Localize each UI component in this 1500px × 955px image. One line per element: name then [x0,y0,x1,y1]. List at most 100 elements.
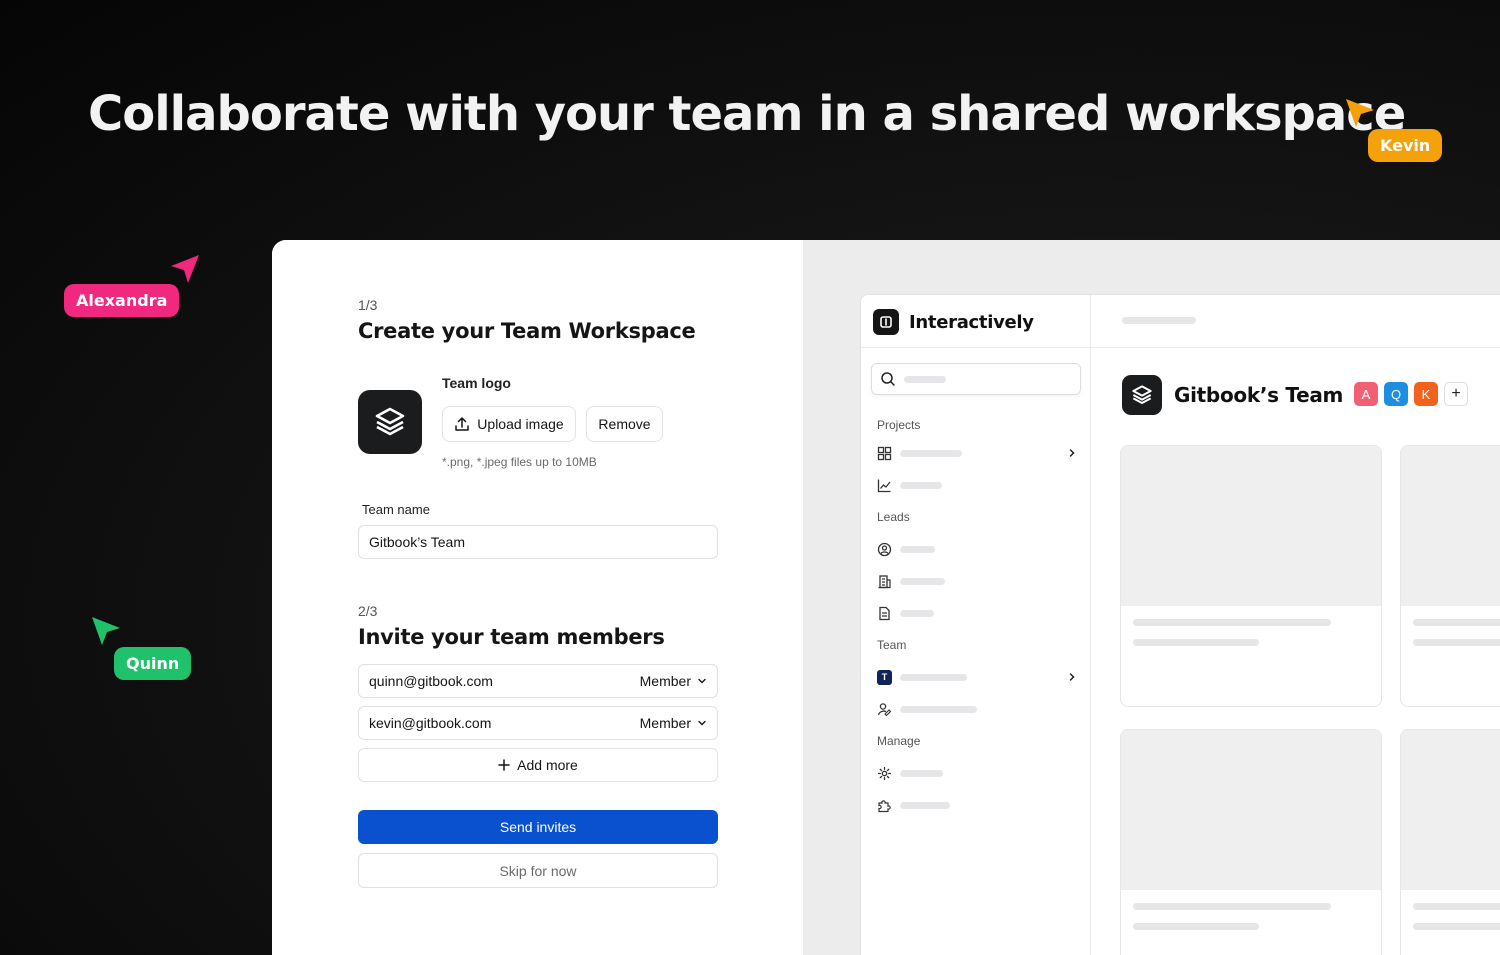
add-more-label: Add more [517,757,578,773]
sidebar-item[interactable]: T [877,667,1077,687]
project-card[interactable] [1120,445,1382,707]
placeholder-skeleton [1133,903,1331,910]
app-preview-panel: Interactively Projects Leads Team T Mana… [803,240,1500,955]
section-projects: Projects [877,418,921,432]
invite-email-field[interactable]: kevin@gitbook.com Member [358,706,718,740]
cursor-arrow-icon [92,617,120,645]
placeholder-skeleton [900,609,934,617]
step-counter: 2/3 [358,603,378,619]
document-icon [879,606,890,620]
placeholder-skeleton [900,769,943,777]
team-name-label: Team name [362,502,430,517]
card-image-placeholder [1121,446,1381,606]
building-icon [878,574,891,588]
team-logo [1122,375,1162,415]
upload-image-label: Upload image [477,416,564,432]
team-name-input[interactable]: Gitbook’s Team [358,525,718,559]
cursor-arrow-icon [171,255,199,283]
headline: Collaborate with your team in a shared w… [88,86,1406,142]
add-member-button[interactable]: + [1444,382,1468,406]
sidebar-item[interactable] [877,603,1077,623]
project-card[interactable] [1400,445,1500,707]
sidebar: Interactively Projects Leads Team T Mana… [861,295,1091,955]
placeholder-skeleton [1133,619,1331,626]
brand-logo-icon [873,309,899,335]
avatar[interactable]: A [1354,382,1378,406]
plus-icon [498,759,510,771]
upload-icon [455,417,470,431]
team-title: Gitbook’s Team [1174,383,1344,407]
member-avatars: A Q K + [1354,382,1468,406]
app-window: Interactively Projects Leads Team T Mana… [860,294,1500,955]
sidebar-item[interactable] [877,763,1077,783]
sidebar-item[interactable] [877,571,1077,591]
collaborator-tag-alexandra: Alexandra [64,284,180,317]
search-icon [881,372,895,386]
placeholder-skeleton [1413,923,1500,930]
sidebar-item[interactable] [877,795,1077,815]
team-badge: T [877,669,892,685]
chart-icon [877,479,891,492]
file-hint: *.png, *.jpeg files up to 10MB [442,455,597,469]
section-team: Team [877,638,907,652]
skip-button[interactable]: Skip for now [358,853,718,888]
section-title: Invite your team members [358,625,665,649]
chevron-right-icon [1069,673,1075,681]
avatar[interactable]: Q [1384,382,1408,406]
layers-logo-icon [375,407,405,436]
invite-email: quinn@gitbook.com [369,673,493,689]
avatar[interactable]: K [1414,382,1438,406]
workspace-main: Gitbook’s Team A Q K + [1092,295,1500,955]
invite-email-field[interactable]: quinn@gitbook.com Member [358,664,718,698]
layers-logo-icon [1132,385,1152,404]
brand-name: Interactively [909,311,1034,333]
role-value: Member [639,715,691,731]
section-manage: Manage [877,734,921,748]
team-header: Gitbook’s Team [1122,375,1343,415]
step-counter: 1/3 [358,297,378,313]
user-circle-icon [877,542,892,556]
brand: Interactively [873,309,1034,335]
role-select[interactable]: Member [640,673,707,689]
team-logo-preview [358,390,422,454]
grid-icon [877,446,892,460]
section-title: Create your Team Workspace [358,319,696,343]
section-leads: Leads [877,510,910,524]
breadcrumb-skeleton [1122,317,1196,324]
placeholder-skeleton [900,577,945,585]
card-image-placeholder [1401,446,1500,606]
placeholder-skeleton [1413,619,1500,626]
sidebar-item[interactable] [877,539,1077,559]
role-value: Member [639,673,691,689]
user-edit-icon [877,702,892,716]
project-card[interactable] [1400,729,1500,955]
placeholder-skeleton [900,673,967,681]
sidebar-item[interactable] [877,443,1077,463]
project-card[interactable] [1120,729,1382,955]
add-more-button[interactable]: Add more [358,748,718,782]
puzzle-icon [878,799,891,812]
search-input[interactable] [871,363,1081,395]
upload-image-button[interactable]: Upload image [442,406,576,442]
chevron-down-icon [698,720,706,726]
onboarding-form: 1/3 Create your Team Workspace Team logo… [272,240,803,955]
onboarding-card: 1/3 Create your Team Workspace Team logo… [272,240,1500,955]
placeholder-skeleton [904,375,946,383]
role-select[interactable]: Member [640,715,707,731]
chevron-right-icon [1069,449,1075,457]
sidebar-item[interactable] [877,699,1077,719]
placeholder-skeleton [900,705,977,713]
placeholder-skeleton [1133,639,1259,646]
remove-button[interactable]: Remove [586,406,663,442]
gear-icon [877,766,892,780]
send-invites-button[interactable]: Send invites [358,810,718,844]
team-logo-label: Team logo [442,375,511,391]
placeholder-skeleton [900,801,950,809]
placeholder-skeleton [900,481,942,489]
sidebar-item[interactable] [877,475,1077,495]
placeholder-skeleton [900,545,935,553]
collaborator-tag-quinn: Quinn [114,647,192,680]
placeholder-skeleton [1133,923,1259,930]
chevron-down-icon [698,678,706,684]
card-image-placeholder [1121,730,1381,890]
